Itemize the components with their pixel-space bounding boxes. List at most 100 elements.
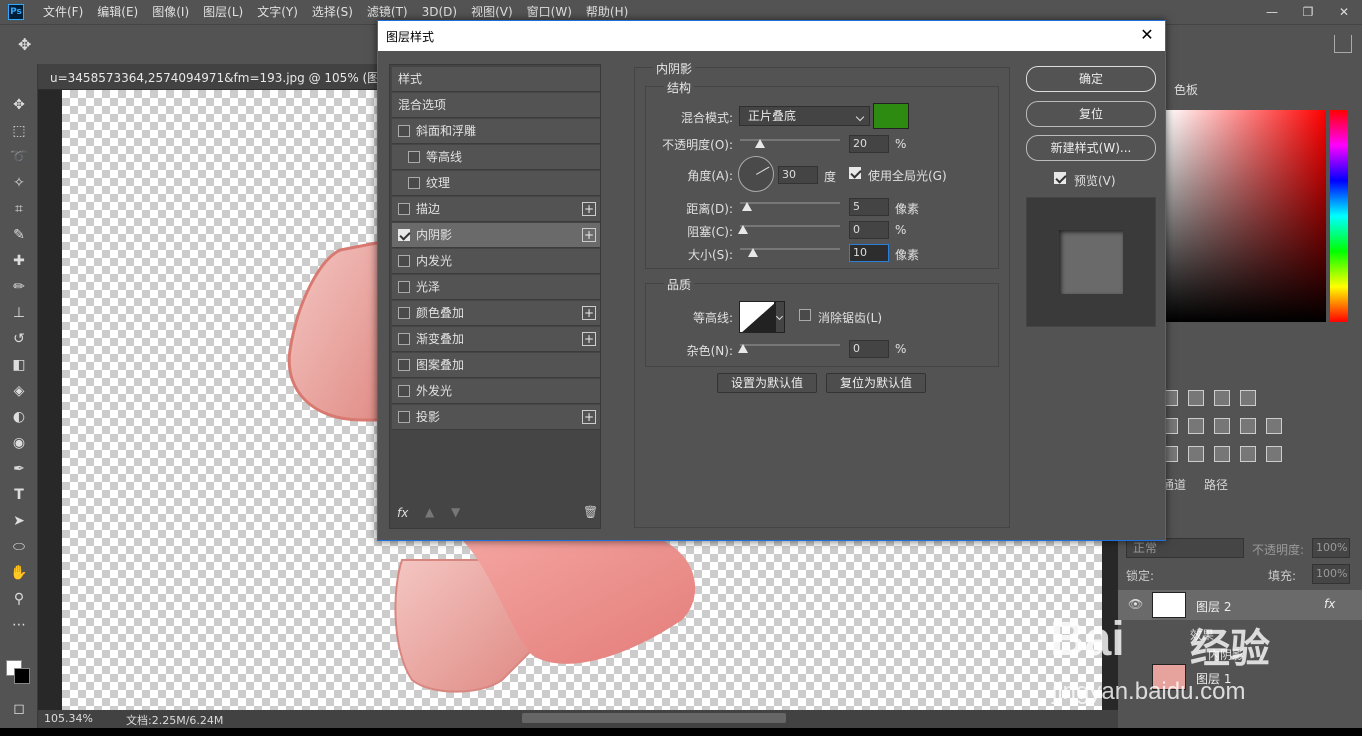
add-effect-icon[interactable]: +	[582, 228, 596, 242]
layer-fx-icon[interactable]: fx	[1324, 597, 1335, 611]
reset-button[interactable]: 复位	[1026, 101, 1156, 127]
horizontal-scrollbar[interactable]	[522, 713, 786, 723]
style-item-checkbox[interactable]	[398, 359, 410, 371]
trash-icon[interactable]: 🗑	[583, 505, 598, 519]
hand-icon[interactable]: ✋	[8, 562, 30, 584]
style-item-checkbox[interactable]	[408, 151, 420, 163]
angle-field[interactable]: 30	[778, 166, 818, 184]
angle-dial[interactable]	[738, 156, 774, 192]
contour-dropdown-icon[interactable]	[775, 301, 785, 333]
quick-mask-icon[interactable]: ◻	[8, 698, 30, 720]
style-list-item[interactable]: 光泽	[392, 275, 600, 300]
eraser-icon[interactable]: ◧	[8, 354, 30, 376]
style-item-checkbox[interactable]	[398, 333, 410, 345]
ellipse-icon[interactable]: ⬭	[8, 536, 30, 558]
channel-mixer-adjust-icon[interactable]	[1240, 418, 1256, 434]
style-item-checkbox[interactable]	[398, 411, 410, 423]
type-tool-icon[interactable]: T	[8, 484, 30, 506]
style-item-checkbox[interactable]	[408, 177, 420, 189]
add-effect-icon[interactable]: +	[582, 410, 596, 424]
style-list-item[interactable]: 渐变叠加 +	[392, 327, 600, 352]
ok-button[interactable]: 确定	[1026, 66, 1156, 92]
layer-blend-mode-select[interactable]: 正常	[1126, 538, 1244, 558]
move-down-icon[interactable]: ▼	[451, 505, 460, 519]
sponge-icon[interactable]: ◉	[8, 432, 30, 454]
smudge-icon[interactable]: ◐	[8, 406, 30, 428]
opacity-field[interactable]: 20	[849, 135, 889, 153]
more-tools-icon[interactable]: ⋯	[8, 614, 30, 636]
photo-filter-adjust-icon[interactable]	[1214, 418, 1230, 434]
zoom-level[interactable]: 105.34%	[44, 712, 93, 725]
size-field[interactable]: 10	[849, 244, 889, 262]
style-list-item[interactable]: 投影 +	[392, 405, 600, 430]
share-icon[interactable]	[1334, 35, 1352, 53]
move-up-icon[interactable]: ▲	[425, 505, 434, 519]
background-color-swatch[interactable]	[14, 668, 30, 684]
style-item-checkbox[interactable]	[398, 385, 410, 397]
style-list-item[interactable]: 描边 +	[392, 197, 600, 222]
style-item-checkbox[interactable]	[398, 307, 410, 319]
close-window-icon[interactable]: ✕	[1326, 0, 1362, 24]
opacity-slider-thumb[interactable]	[755, 139, 765, 148]
dialog-titlebar[interactable]: 图层样式 ✕	[378, 21, 1165, 51]
choke-slider[interactable]	[740, 225, 840, 227]
antialias-checkbox[interactable]	[799, 309, 811, 321]
size-slider-thumb[interactable]	[748, 248, 758, 257]
add-effect-icon[interactable]: +	[582, 202, 596, 216]
menu-file[interactable]: 文件(F)	[36, 0, 90, 24]
style-item-checkbox[interactable]	[398, 203, 410, 215]
layer-opacity-field[interactable]: 100%	[1312, 538, 1350, 558]
swatches-tab[interactable]: 色板	[1174, 81, 1198, 98]
minimize-icon[interactable]: —	[1254, 0, 1290, 24]
marquee-icon[interactable]: ⬚	[8, 120, 30, 142]
reset-default-button[interactable]: 复位为默认值	[826, 373, 926, 393]
style-list-item[interactable]: 混合选项	[392, 93, 600, 118]
threshold-adjust-icon[interactable]	[1214, 446, 1230, 462]
color-field[interactable]	[1166, 110, 1326, 322]
restore-icon[interactable]: ❐	[1290, 0, 1326, 24]
style-list-item[interactable]: 图案叠加	[392, 353, 600, 378]
path-select-icon[interactable]: ➤	[8, 510, 30, 532]
preview-checkbox[interactable]	[1054, 172, 1066, 184]
blend-mode-select[interactable]: 正片叠底	[739, 106, 870, 126]
brush-icon[interactable]: ✏	[8, 276, 30, 298]
add-effect-icon[interactable]: +	[582, 306, 596, 320]
healing-brush-icon[interactable]: ✚	[8, 250, 30, 272]
distance-field[interactable]: 5	[849, 198, 889, 216]
menu-layer[interactable]: 图层(L)	[196, 0, 250, 24]
menu-edit[interactable]: 编辑(E)	[90, 0, 145, 24]
hue-slider[interactable]	[1330, 110, 1348, 322]
shadow-color-swatch[interactable]	[873, 103, 909, 129]
visibility-eye-icon[interactable]: 👁	[1128, 597, 1143, 611]
move-icon[interactable]: ✥	[8, 94, 30, 116]
add-effect-icon[interactable]: +	[582, 332, 596, 346]
curves-adjust-icon[interactable]	[1188, 390, 1204, 406]
zoom-icon[interactable]: ⚲	[8, 588, 30, 610]
contour-picker[interactable]	[739, 301, 775, 333]
color-lookup-adjust-icon[interactable]	[1266, 418, 1282, 434]
menu-select[interactable]: 选择(S)	[305, 0, 360, 24]
new-style-button[interactable]: 新建样式(W)...	[1026, 135, 1156, 161]
make-default-button[interactable]: 设置为默认值	[717, 373, 817, 393]
gradient-map-adjust-icon[interactable]	[1266, 446, 1282, 462]
style-list-item[interactable]: 内发光	[392, 249, 600, 274]
paint-bucket-icon[interactable]: ◈	[8, 380, 30, 402]
fx-menu-icon[interactable]: fx	[397, 506, 408, 520]
choke-field[interactable]: 0	[849, 221, 889, 239]
selective-color-adjust-icon[interactable]	[1240, 446, 1256, 462]
style-item-checkbox[interactable]	[398, 125, 410, 137]
vibrance-adjust-icon[interactable]	[1240, 390, 1256, 406]
noise-field[interactable]: 0	[849, 340, 889, 358]
style-item-checkbox[interactable]	[398, 281, 410, 293]
crop-icon[interactable]: ⌗	[8, 198, 30, 220]
global-light-checkbox[interactable]	[849, 167, 861, 179]
style-list-item[interactable]: 外发光	[392, 379, 600, 404]
exposure-adjust-icon[interactable]	[1214, 390, 1230, 406]
bw-adjust-icon[interactable]	[1188, 418, 1204, 434]
distance-slider[interactable]	[740, 202, 840, 204]
stamp-icon[interactable]: ⊥	[8, 302, 30, 324]
eyedropper-icon[interactable]: ✎	[8, 224, 30, 246]
move-tool-icon[interactable]: ✥	[18, 35, 42, 55]
paths-tab[interactable]: 路径	[1204, 476, 1228, 493]
menu-type[interactable]: 文字(Y)	[250, 0, 305, 24]
